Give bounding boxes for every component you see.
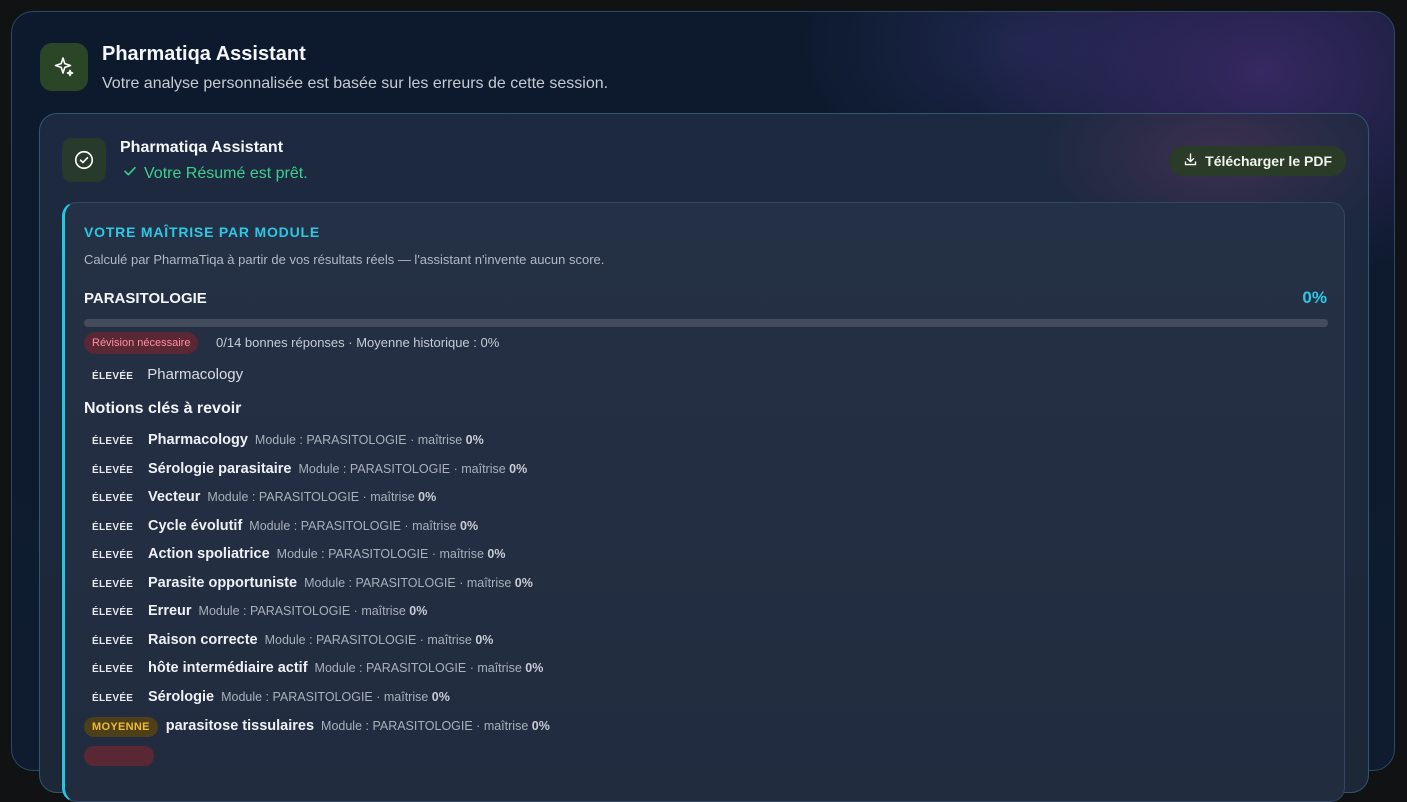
sparkle-icon (40, 43, 88, 91)
module-percent: 0% (1302, 288, 1327, 307)
priority-badge-partial (84, 746, 154, 766)
module-progress-bar (84, 319, 1328, 327)
notion-module-text: Module : PARASITOLOGIE · maîtrise (221, 689, 432, 704)
notion-meta: Module : PARASITOLOGIE · maîtrise 0% (207, 490, 436, 504)
notion-meta: Module : PARASITOLOGIE · maîtrise 0% (304, 576, 533, 590)
notion-name: Sérologie (148, 688, 215, 705)
notion-mastery-percent: 0% (509, 461, 528, 476)
notion-meta: Module : PARASITOLOGIE · maîtrise 0% (277, 547, 506, 561)
notion-module-text: Module : PARASITOLOGIE · maîtrise (276, 547, 488, 561)
level-label: ÉLEVÉE (92, 550, 134, 561)
notion-name: Sérologie parasitaire (148, 460, 292, 477)
card-title: Pharmatiqa Assistant (120, 139, 284, 156)
notion-name: hôte intermédiaire actif (148, 660, 308, 676)
notion-meta: Module : PARASITOLOGIE · maîtrise 0% (199, 604, 428, 618)
notion-mastery-percent: 0% (418, 490, 437, 504)
notions-list: ÉLEVÉE Pharmacology Module : PARASITOLOGIE… (84, 432, 550, 746)
notion-name: Cycle évolutif (148, 517, 243, 534)
notion-row: ÉLEVÉE Action spoliatrice Module : PARASIT… (92, 546, 550, 575)
assistant-panel: Pharmatiqa Assistant Votre analyse perso… (11, 11, 1395, 802)
notion-module-text: Module : PARASITOLOGIE · maîtrise (198, 604, 410, 618)
notion-row: ÉLEVÉE Sérologie parasitaire Module : PARA… (92, 461, 550, 490)
level-label: ÉLEVÉE (92, 493, 134, 504)
notion-name: Action spoliatrice (148, 546, 270, 562)
level-label: ÉLEVÉE (92, 371, 134, 382)
notion-mastery-percent: 0% (487, 547, 506, 561)
notion-row: ÉLEVÉE Vecteur Module : PARASITOLOGIE · ma… (92, 489, 550, 518)
notion-row: ÉLEVÉE Cycle évolutif Module : PARASITOLOG… (92, 518, 550, 547)
mastery-title: VOTRE MAÎTRISE PAR MODULE (84, 224, 320, 240)
mastery-subtitle: Calculé par PharmaTiqa à partir de vos r… (84, 252, 605, 267)
notion-mastery-percent: 0% (465, 433, 484, 447)
notion-row: ÉLEVÉE Pharmacology Module : PARASITOLOGIE… (92, 432, 550, 461)
notion-meta: Module : PARASITOLOGIE · maîtrise 0% (221, 690, 450, 704)
notion-module-text: Module : PARASITOLOGIE · maîtrise (304, 575, 515, 590)
notion-row: ÉLEVÉE Parasite opportuniste Module : PARA… (92, 575, 550, 604)
mastery-section: VOTRE MAÎTRISE PAR MODULE Calculé par Ph… (62, 202, 1345, 802)
top-notion-label: Pharmacology (147, 366, 244, 383)
download-pdf-button[interactable]: Télécharger le PDF (1169, 146, 1346, 176)
download-icon (1183, 152, 1198, 170)
notion-module-text: Module : PARASITOLOGIE · maîtrise (321, 719, 532, 733)
notion-meta: Module : PARASITOLOGIE · maîtrise 0% (321, 719, 550, 733)
notion-mastery-percent: 0% (514, 575, 533, 590)
module-name: PARASITOLOGIE (84, 290, 207, 307)
notion-mastery-percent: 0% (475, 632, 494, 647)
module-score-info: 0/14 bonnes réponses · Moyenne historiqu… (216, 335, 500, 350)
check-circle-icon (62, 138, 106, 182)
notion-row: ÉLEVÉE Sérologie Module : PARASITOLOGIE · … (92, 689, 550, 718)
level-label: ÉLEVÉE (92, 692, 134, 704)
notion-row: ÉLEVÉE hôte intermédiaire actif Module : P… (92, 660, 550, 689)
notion-module-text: Module : PARASITOLOGIE · maîtrise (254, 433, 466, 447)
notion-module-text: Module : PARASITOLOGIE · maîtrise (207, 490, 419, 504)
notion-name: Erreur (148, 603, 192, 619)
notion-mastery-percent: 0% (431, 689, 450, 704)
panel-subtitle: Votre analyse personnalisée est basée su… (102, 75, 609, 92)
notion-mastery-percent: 0% (525, 661, 544, 675)
level-label: ÉLEVÉE (92, 578, 134, 590)
notion-module-text: Module : PARASITOLOGIE · maîtrise (298, 461, 510, 476)
level-label: ÉLEVÉE (92, 635, 134, 647)
notion-meta: Module : PARASITOLOGIE · maîtrise 0% (315, 661, 544, 675)
revision-badge: Révision nécessaire (84, 332, 199, 354)
ready-status: Votre Résumé est prêt. (122, 163, 308, 184)
notion-mastery-percent: 0% (409, 604, 428, 618)
level-label: ÉLEVÉE (92, 521, 134, 533)
notion-module-text: Module : PARASITOLOGIE · maîtrise (249, 518, 460, 533)
notion-name: Pharmacology (148, 432, 248, 448)
notion-meta: Module : PARASITOLOGIE · maîtrise 0% (249, 519, 478, 533)
ready-status-text: Votre Résumé est prêt. (144, 164, 308, 182)
notion-row: ÉLEVÉE Erreur Module : PARASITOLOGIE · maî… (92, 603, 550, 632)
notion-name: parasitose tissulaires (165, 718, 315, 734)
level-label: ÉLEVÉE (92, 436, 134, 447)
notion-row: MOYENNE parasitose tissulaires Module : PA… (84, 717, 550, 746)
notions-title: Notions clés à revoir (84, 400, 242, 417)
level-label: ÉLEVÉE (92, 664, 134, 675)
summary-card: Pharmatiqa Assistant Votre Résumé est pr… (39, 113, 1369, 802)
download-pdf-label: Télécharger le PDF (1205, 153, 1332, 169)
notion-mastery-percent: 0% (460, 518, 479, 533)
level-label: ÉLEVÉE (92, 607, 134, 618)
level-label: ÉLEVÉE (92, 464, 134, 476)
level-badge-medium: MOYENNE (84, 717, 158, 737)
notion-meta: Module : PARASITOLOGIE · maîtrise 0% (265, 633, 494, 647)
notion-name: Parasite opportuniste (148, 574, 298, 591)
panel-title: Pharmatiqa Assistant (102, 43, 306, 65)
module-top-notion: ÉLEVÉE Pharmacology (92, 366, 243, 383)
notion-mastery-percent: 0% (531, 719, 550, 733)
notion-row: ÉLEVÉE Raison correcte Module : PARASITOLO… (92, 632, 550, 661)
notion-meta: Module : PARASITOLOGIE · maîtrise 0% (298, 462, 527, 476)
notion-name: Raison correcte (148, 631, 258, 648)
check-icon (122, 163, 138, 184)
notion-name: Vecteur (148, 489, 201, 505)
notion-meta: Module : PARASITOLOGIE · maîtrise 0% (255, 433, 484, 447)
notion-module-text: Module : PARASITOLOGIE · maîtrise (264, 632, 476, 647)
notion-module-text: Module : PARASITOLOGIE · maîtrise (314, 661, 526, 675)
